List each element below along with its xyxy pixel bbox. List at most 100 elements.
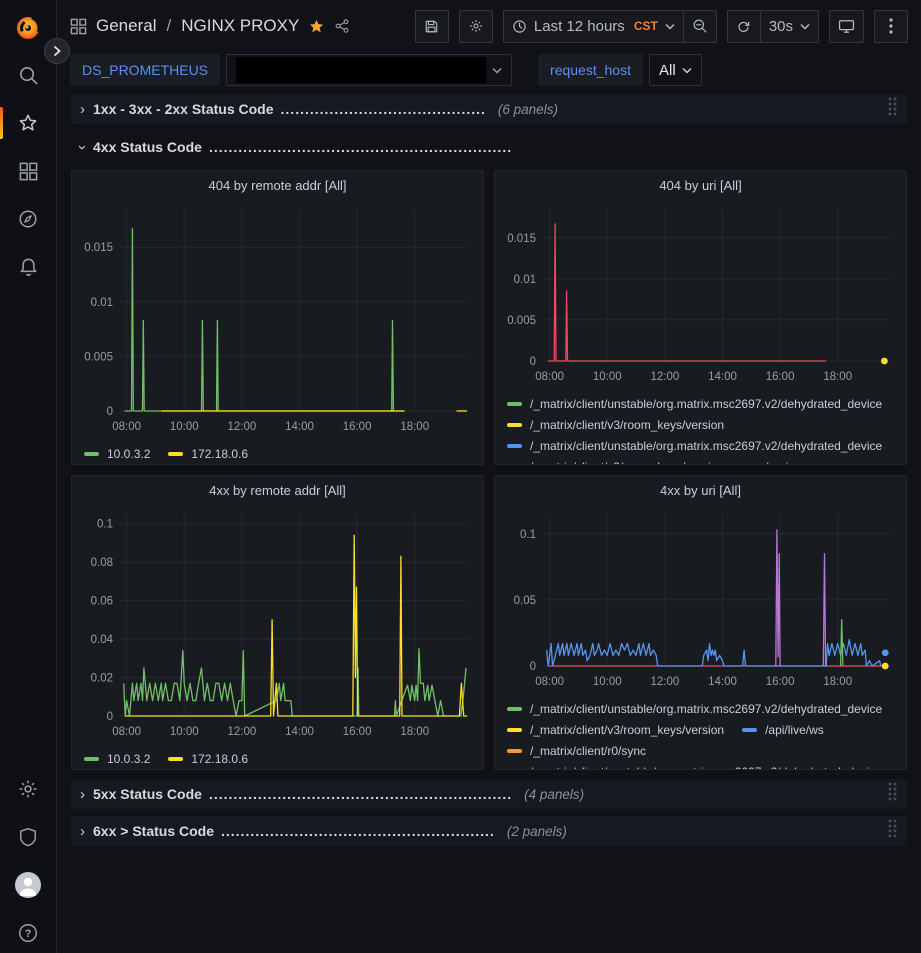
sidebar-item-help[interactable]: ? <box>0 909 57 953</box>
y-axis-label: 0.04 <box>91 634 114 646</box>
breadcrumb-dashboard-title[interactable]: NGINX PROXY <box>181 16 299 36</box>
row-header-6xx[interactable]: › 6xx > Status Code ....................… <box>71 816 907 846</box>
share-icon[interactable] <box>334 18 350 34</box>
x-axis-label: 08:00 <box>535 676 564 688</box>
legend-item[interactable]: 10.0.3.2 <box>84 752 150 766</box>
legend-label: 10.0.3.2 <box>107 752 150 766</box>
refresh-group: 30s <box>727 10 819 43</box>
compass-icon <box>17 208 39 230</box>
y-axis-label: 0 <box>530 356 536 368</box>
legend-label: 172.18.0.6 <box>191 752 248 766</box>
row-header-1xx-3xx-2xx[interactable]: › 1xx - 3xx - 2xx Status Code ..........… <box>71 94 907 124</box>
legend-swatch <box>507 749 522 753</box>
variable-label-request-host[interactable]: request_host <box>538 54 643 86</box>
x-axis-label: 10:00 <box>593 371 622 383</box>
legend-item[interactable]: /_matrix/client/unstable/org.matrix.msc2… <box>507 765 882 769</box>
x-axis-label: 08:00 <box>535 371 564 383</box>
x-axis-label: 18:00 <box>400 726 429 738</box>
time-series-chart[interactable]: 08:0010:0012:0014:0016:0018:0000.050.1 <box>503 504 897 694</box>
row-drag-handle[interactable] <box>887 781 898 807</box>
refresh-interval-label: 30s <box>769 18 793 35</box>
legend-label: /_matrix/client/v3/room_keys/version <box>530 460 724 464</box>
time-series-chart[interactable]: 08:0010:0012:0014:0016:0018:0000.0050.01… <box>503 199 897 389</box>
legend-swatch <box>507 728 522 732</box>
time-series-chart[interactable]: 08:0010:0012:0014:0016:0018:0000.0050.01… <box>80 199 474 439</box>
series-end-dot <box>882 663 889 670</box>
y-axis-label: 0 <box>107 406 113 418</box>
search-icon <box>18 65 39 86</box>
zoom-out-time-button[interactable] <box>683 10 717 43</box>
sidebar-item-profile[interactable] <box>0 861 57 909</box>
legend-item[interactable]: /api/live/ws <box>742 723 824 737</box>
legend-swatch <box>84 757 99 761</box>
legend-item[interactable]: /_matrix/client/unstable/org.matrix.msc2… <box>507 439 882 453</box>
sidebar-nav-top <box>0 51 57 291</box>
favorite-star-icon[interactable] <box>308 18 325 35</box>
dashboard-settings-button[interactable] <box>459 10 493 43</box>
refresh-interval-picker[interactable]: 30s <box>760 10 819 43</box>
row-header-5xx[interactable]: › 5xx Status Code ......................… <box>71 779 907 809</box>
variable-value-request-host[interactable]: All <box>649 54 702 86</box>
legend-label: /_matrix/client/r0/sync <box>530 744 646 758</box>
sidebar-item-server-admin[interactable] <box>0 813 57 861</box>
legend-item[interactable]: /_matrix/client/r0/sync <box>507 744 646 758</box>
row-panel-count: (2 panels) <box>507 824 567 839</box>
time-series-chart[interactable]: 08:0010:0012:0014:0016:0018:0000.020.040… <box>80 504 474 744</box>
legend-label: /_matrix/client/unstable/org.matrix.msc2… <box>530 765 882 769</box>
legend-item[interactable]: 172.18.0.6 <box>168 752 248 766</box>
legend-label: 172.18.0.6 <box>191 447 248 461</box>
legend-item[interactable]: /_matrix/client/v3/room_keys/version <box>507 460 724 464</box>
series-line <box>125 229 404 411</box>
x-axis-label: 08:00 <box>112 726 141 738</box>
clock-icon <box>512 19 527 34</box>
grafana-logo[interactable] <box>13 11 43 45</box>
row-panel-count: (6 panels) <box>498 102 558 117</box>
tv-mode-button[interactable] <box>829 10 864 43</box>
panel-title[interactable]: 4xx by remote addr [All] <box>72 476 483 504</box>
panel-title[interactable]: 4xx by uri [All] <box>495 476 906 504</box>
drag-dots-icon <box>887 96 898 117</box>
y-axis-label: 0.015 <box>84 242 113 254</box>
row-drag-handle[interactable] <box>887 818 898 844</box>
variable-label-ds-prometheus[interactable]: DS_PROMETHEUS <box>70 54 220 86</box>
x-axis-label: 10:00 <box>170 726 199 738</box>
panel-title[interactable]: 404 by uri [All] <box>495 171 906 199</box>
sidebar-nav-bottom: ? <box>0 765 57 953</box>
legend-swatch <box>507 423 522 427</box>
legend-item[interactable]: 172.18.0.6 <box>168 447 248 461</box>
refresh-button[interactable] <box>727 10 761 43</box>
legend-item[interactable]: /_matrix/client/v3/room_keys/version <box>507 723 724 737</box>
sidebar-item-explore[interactable] <box>0 195 57 243</box>
row-drag-handle[interactable] <box>887 96 898 122</box>
sidebar-expand-button[interactable] <box>44 38 70 64</box>
sidebar-item-configuration[interactable] <box>0 765 57 813</box>
variable-value-ds-prometheus[interactable] <box>226 54 512 86</box>
sidebar-item-alerting[interactable] <box>0 243 57 291</box>
row-header-4xx[interactable]: › 4xx Status Code ......................… <box>71 134 907 160</box>
legend-item[interactable]: /sw.js <box>742 460 794 464</box>
person-icon <box>15 872 41 898</box>
legend-swatch <box>168 452 183 456</box>
row-title: 6xx > Status Code <box>93 823 214 839</box>
breadcrumb-folder[interactable]: General <box>96 16 156 36</box>
series-line <box>548 224 826 361</box>
x-axis-label: 12:00 <box>650 676 679 688</box>
series-end-dot <box>882 649 889 656</box>
time-range-picker[interactable]: Last 12 hours CST <box>503 10 684 43</box>
panel-legend: 10.0.3.2 172.18.0.6 <box>72 444 483 461</box>
kebab-menu-button[interactable] <box>874 10 908 43</box>
save-dashboard-button[interactable] <box>415 10 449 43</box>
panel-title[interactable]: 404 by remote addr [All] <box>72 171 483 199</box>
series-line <box>841 620 843 666</box>
panel-legend: /_matrix/client/unstable/org.matrix.msc2… <box>495 699 906 769</box>
x-axis-label: 10:00 <box>170 421 199 433</box>
panel-404-by-remote-addr: 404 by remote addr [All] 08:0010:0012:00… <box>71 170 484 465</box>
shield-icon <box>18 826 38 848</box>
legend-item[interactable]: 10.0.3.2 <box>84 447 150 461</box>
x-axis-label: 14:00 <box>285 726 314 738</box>
legend-item[interactable]: /_matrix/client/unstable/org.matrix.msc2… <box>507 702 882 716</box>
legend-item[interactable]: /_matrix/client/unstable/org.matrix.msc2… <box>507 397 882 411</box>
legend-item[interactable]: /_matrix/client/v3/room_keys/version <box>507 418 724 432</box>
sidebar-item-starred[interactable] <box>0 99 57 147</box>
sidebar-item-dashboards[interactable] <box>0 147 57 195</box>
